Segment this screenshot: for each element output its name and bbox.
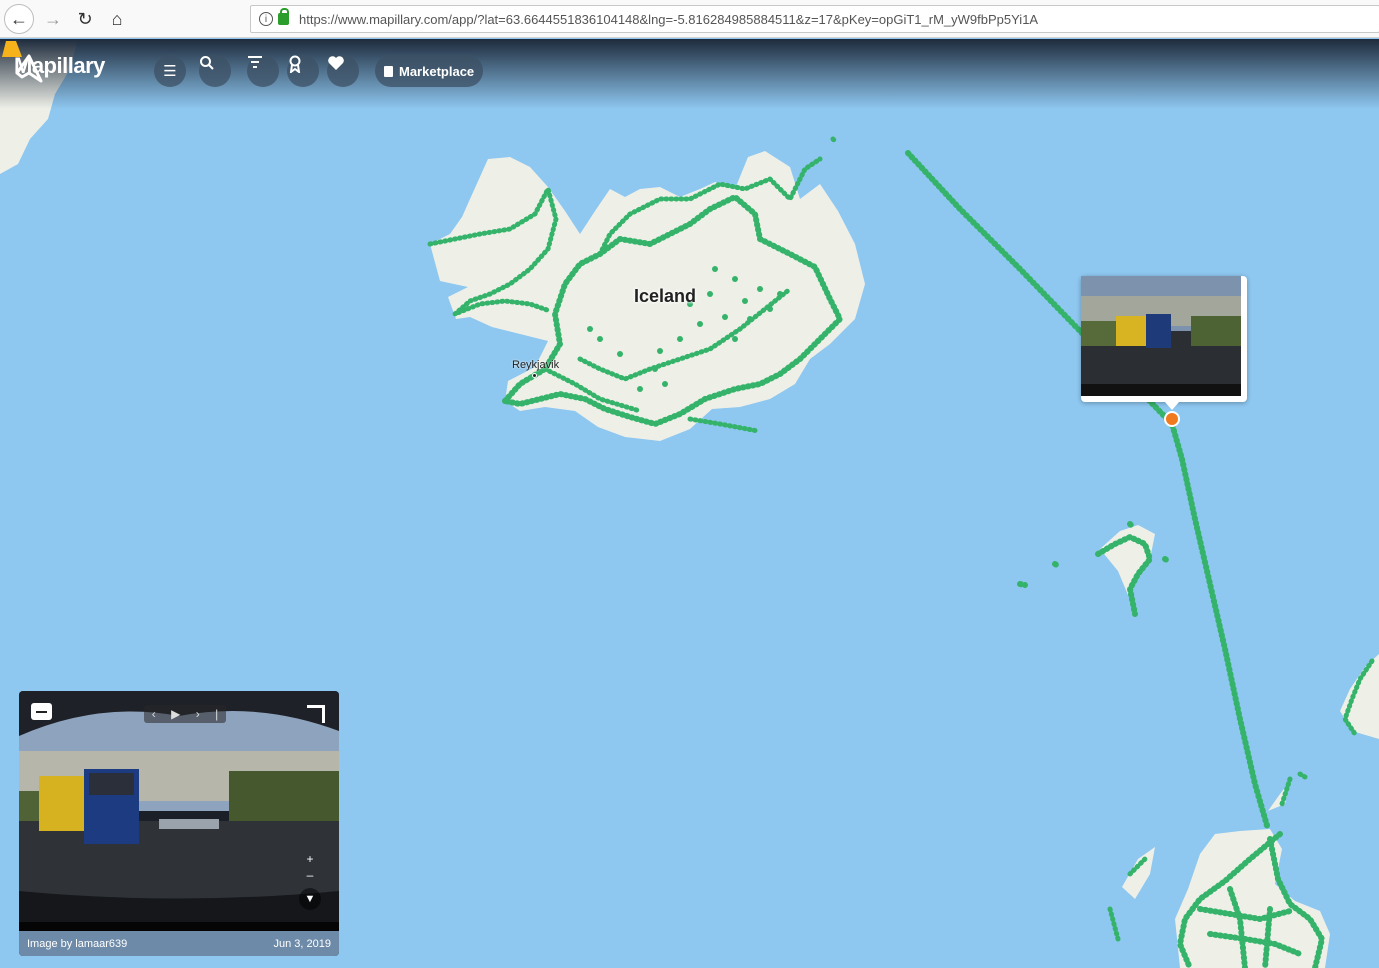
truck-thumbnail-image [1081, 276, 1241, 396]
play-icon[interactable]: ▶ [171, 707, 180, 721]
zoom-out-icon[interactable]: – [303, 867, 317, 883]
city-dot [532, 373, 537, 378]
fullscreen-icon[interactable] [307, 705, 325, 723]
country-label: Iceland [634, 286, 697, 306]
url-text: https://www.mapillary.com/app/?lat=63.66… [299, 11, 1039, 27]
search-button[interactable] [199, 55, 231, 87]
zoom-controls[interactable]: + – [303, 851, 317, 883]
filter-icon [248, 56, 262, 68]
street-image[interactable] [19, 691, 339, 931]
info-icon[interactable]: i [259, 12, 273, 26]
next-icon[interactable]: › [196, 707, 200, 721]
forward-arrow-icon[interactable]: → [38, 4, 68, 34]
minimize-button[interactable] [31, 703, 52, 720]
previous-icon[interactable]: ‹ [152, 707, 156, 721]
hebrides-land [1122, 847, 1155, 899]
lock-icon [278, 8, 289, 25]
browser-toolbar: ← → ↻ ⌂ i https://www.mapillary.com/app/… [0, 0, 1379, 38]
current-position-marker[interactable] [1164, 411, 1180, 427]
menu-button[interactable]: ☰ [154, 55, 186, 87]
badge-icon [289, 55, 301, 73]
marketplace-icon [384, 65, 393, 77]
image-date: Jun 3, 2019 [273, 937, 332, 950]
hamburger-icon: ☰ [163, 63, 177, 80]
heart-search-icon [328, 56, 344, 70]
compass-icon[interactable]: ▼ [299, 888, 321, 910]
zoom-in-icon[interactable]: + [303, 851, 317, 867]
image-viewer[interactable]: ‹ ▶ › | + – ▼ Image by lamaar639 Jun 3, … [19, 691, 339, 956]
marketplace-button[interactable]: Marketplace [375, 55, 484, 87]
sequence-controls[interactable]: ‹ ▶ › | [144, 705, 226, 723]
viewer-footer: Image by lamaar639 Jun 3, 2019 [19, 931, 339, 956]
reload-icon[interactable]: ↻ [70, 4, 100, 34]
view-direction-icon [2, 41, 22, 57]
sequence-icon[interactable]: | [215, 707, 218, 721]
home-icon[interactable]: ⌂ [102, 4, 132, 34]
back-arrow-icon[interactable]: ← [4, 4, 34, 34]
mapillary-logo-icon [15, 54, 43, 83]
help-button[interactable] [327, 55, 359, 87]
search-icon [200, 56, 214, 70]
image-credit[interactable]: Image by lamaar639 [27, 938, 127, 950]
filter-button[interactable] [247, 55, 279, 87]
norway-land [1340, 654, 1379, 739]
address-bar[interactable]: i https://www.mapillary.com/app/?lat=63.… [250, 5, 1379, 33]
mapillary-logo[interactable]: Mapillary [14, 53, 105, 83]
city-label: Reykjavik [512, 359, 560, 371]
marketplace-label: Marketplace [399, 63, 475, 79]
contributor-button[interactable] [287, 55, 319, 87]
popup-thumbnail[interactable] [1081, 276, 1244, 399]
map-canvas[interactable]: Mapillary ☰ Marketplace Iceland Reykjavi… [0, 39, 1379, 968]
image-popup[interactable] [1081, 276, 1247, 410]
